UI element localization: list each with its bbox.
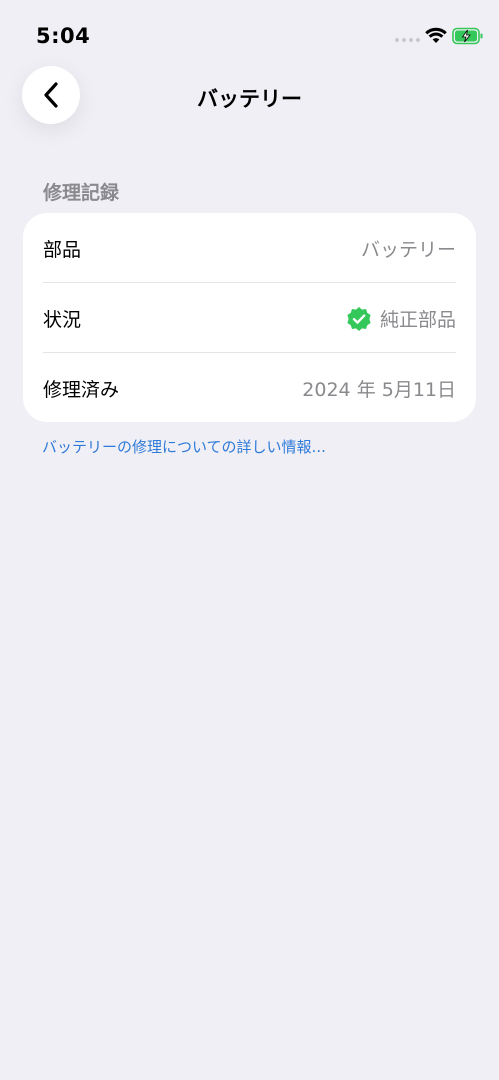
back-button[interactable] xyxy=(22,66,80,124)
row-value-status: 純正部品 xyxy=(346,305,456,332)
battery-charging-icon xyxy=(452,27,483,45)
navigation-bar: バッテリー xyxy=(0,60,499,132)
verified-badge-icon xyxy=(347,306,371,331)
row-label: 状況 xyxy=(43,309,82,331)
section-header: 修理記録 xyxy=(43,182,120,204)
status-time: 5:04 xyxy=(36,24,91,48)
repair-record-card: 部品 バッテリー 状況 純正部品 修理済み 2024 年 5月11日 xyxy=(23,213,476,422)
row-value: 2024 年 5月11日 xyxy=(302,379,456,401)
row-status: 状況 純正部品 xyxy=(43,283,456,353)
battery-repair-info-link[interactable]: バッテリーの修理についての詳しい情報... xyxy=(42,436,326,457)
status-text: 純正部品 xyxy=(379,309,456,331)
chevron-left-icon xyxy=(44,82,58,108)
row-label: 部品 xyxy=(43,239,82,261)
wifi-icon xyxy=(425,27,447,43)
signal-dots-icon xyxy=(395,38,421,44)
row-repaired-date: 修理済み 2024 年 5月11日 xyxy=(43,353,456,423)
row-part: 部品 バッテリー xyxy=(43,213,456,283)
row-label: 修理済み xyxy=(43,379,120,401)
status-bar: 5:04 xyxy=(0,0,499,60)
row-value: バッテリー xyxy=(360,239,456,261)
